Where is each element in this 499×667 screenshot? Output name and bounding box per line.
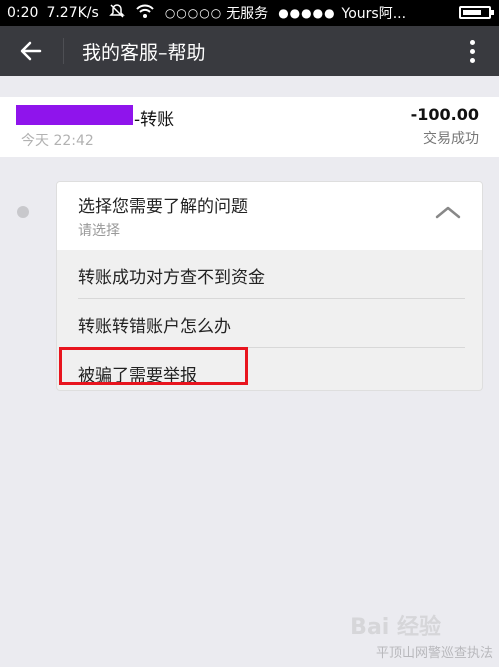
transaction-card[interactable]: -转账 今天 22:42 -100.00 交易成功 bbox=[0, 97, 499, 157]
chevron-up-icon bbox=[435, 206, 461, 219]
status-bar: 0:20 7.27K/s ○○○○○ 无服务 ●●●●● Yours阿... bbox=[0, 0, 499, 26]
watermark-logo: Bai 经验 bbox=[350, 615, 441, 640]
option-item[interactable]: 转账成功对方查不到资金 bbox=[57, 250, 482, 298]
signal-strength-1: ○○○○○ bbox=[164, 6, 223, 20]
network-speed: 7.27K/s bbox=[46, 5, 99, 21]
transaction-status: 交易成功 bbox=[423, 131, 479, 147]
question-header[interactable]: 选择您需要了解的问题 请选择 bbox=[57, 182, 482, 250]
title-bar: 我的客服–帮助 bbox=[0, 26, 499, 76]
wifi-icon bbox=[135, 3, 155, 23]
transaction-label: -转账 bbox=[134, 110, 175, 130]
signal-strength-2: ●●●●● bbox=[278, 6, 336, 20]
carrier-2: Yours阿... bbox=[341, 6, 407, 22]
transaction-amount: -100.00 bbox=[410, 105, 479, 124]
battery-icon bbox=[459, 6, 494, 19]
service-avatar bbox=[17, 206, 29, 218]
watermark-text: 平顶山网警巡查执法 bbox=[375, 646, 493, 661]
option-item[interactable]: 转账转错账户怎么办 bbox=[57, 299, 482, 347]
title-divider bbox=[63, 38, 64, 64]
carrier-1: 无服务 bbox=[226, 6, 269, 22]
transaction-time: 今天 22:42 bbox=[21, 133, 94, 149]
alarm-off-icon bbox=[109, 3, 125, 23]
status-time: 0:20 bbox=[7, 5, 39, 21]
option-label: 转账成功对方查不到资金 bbox=[78, 268, 265, 288]
highlight-annotation bbox=[59, 347, 248, 385]
more-menu-button[interactable] bbox=[467, 38, 477, 64]
question-subtitle: 请选择 bbox=[78, 223, 120, 239]
option-label: 转账转错账户怎么办 bbox=[78, 317, 231, 337]
collapse-button[interactable] bbox=[434, 202, 462, 222]
redacted-name bbox=[16, 105, 133, 125]
back-button[interactable] bbox=[18, 38, 44, 64]
question-title: 选择您需要了解的问题 bbox=[78, 197, 248, 217]
arrow-left-icon bbox=[20, 41, 42, 61]
page-title: 我的客服–帮助 bbox=[82, 42, 206, 64]
